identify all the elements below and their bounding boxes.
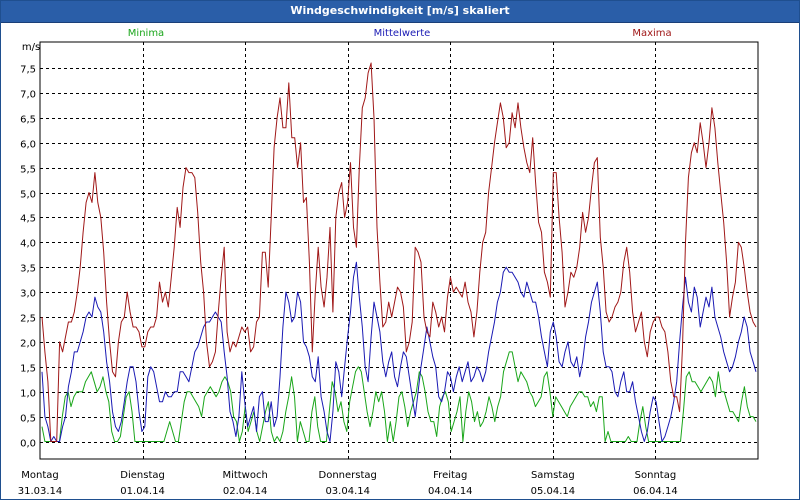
series-maxima-line — [41, 62, 757, 442]
x-tick-date: 03.04.14 — [325, 486, 370, 497]
y-axis: m/s 0,0 0,5 1,0 1,5 2,0 2,5 3,0 3,5 4,0 4,5 5,0 5,5… — [20, 42, 40, 450]
x-tick-date: 31.03.14 — [18, 486, 63, 497]
legend-minima: Minima — [128, 28, 164, 39]
y-tick-label: 5,0 — [20, 190, 36, 201]
x-axis: Montag 31.03.14 Dienstag 01.04.14 Mittwoch 02… — [18, 470, 678, 497]
y-tick-label: 4,5 — [20, 214, 36, 225]
x-tick-day: Freitag — [433, 470, 467, 481]
y-tick-label: 2,0 — [20, 339, 36, 350]
series-minima-line — [41, 351, 757, 442]
x-tick-day: Samstag — [531, 470, 575, 481]
y-tick-label: 6,0 — [20, 140, 36, 151]
plot-area — [41, 62, 757, 442]
legend-maxima: Maxima — [632, 28, 671, 39]
y-tick-label: 7,5 — [20, 65, 36, 76]
x-tick-day: Dienstag — [120, 470, 165, 481]
y-tick-label: 1,5 — [20, 364, 36, 375]
x-tick-day: Mittwoch — [222, 470, 267, 481]
x-tick-day: Donnerstag — [319, 470, 377, 481]
x-tick-date: 06.04.14 — [633, 486, 678, 497]
y-tick-label: 7,0 — [20, 90, 36, 101]
x-tick-date: 02.04.14 — [223, 486, 268, 497]
x-tick-date: 05.04.14 — [531, 486, 576, 497]
x-tick-day: Montag — [21, 470, 58, 481]
y-tick-label: 5,5 — [20, 165, 36, 176]
legend: Minima Mittelwerte Maxima — [128, 28, 672, 39]
y-tick-label: 2,5 — [20, 314, 36, 325]
x-tick-date: 04.04.14 — [428, 486, 473, 497]
y-tick-label: 0,0 — [20, 439, 36, 450]
y-tick-label: 0,5 — [20, 414, 36, 425]
x-tick-day: Sonntag — [635, 470, 677, 481]
x-tick-date: 01.04.14 — [120, 486, 165, 497]
y-axis-label: m/s — [22, 42, 40, 53]
y-tick-label: 3,0 — [20, 289, 36, 300]
chart-canvas: m/s 0,0 0,5 1,0 1,5 2,0 2,5 3,0 3,5 4,0 4,5 5,0 5,5… — [18, 28, 759, 497]
y-tick-label: 4,0 — [20, 239, 36, 250]
legend-mittelwerte: Mittelwerte — [374, 28, 431, 39]
y-tick-label: 1,0 — [20, 389, 36, 400]
y-tick-label: 3,5 — [20, 264, 36, 275]
y-tick-label: 6,5 — [20, 115, 36, 126]
